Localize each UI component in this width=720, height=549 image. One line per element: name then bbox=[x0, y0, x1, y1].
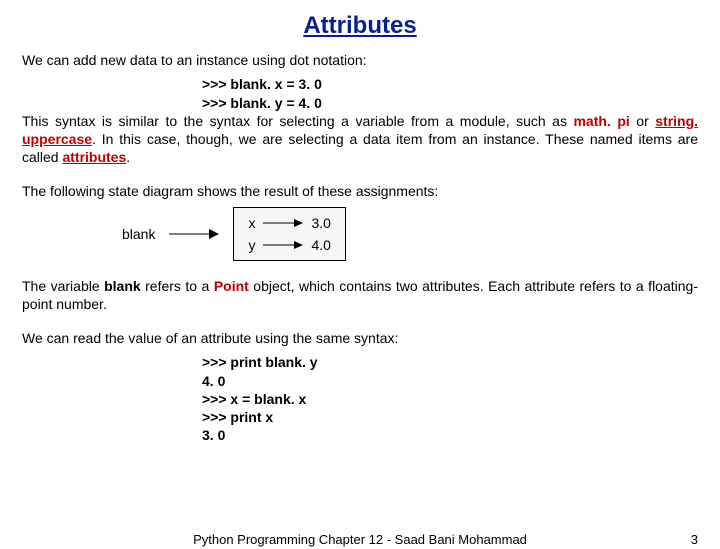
code-line: 4. 0 bbox=[202, 372, 698, 390]
attribute-row: y 4.0 bbox=[248, 236, 330, 254]
body-paragraph: The variable blank refers to a Point obj… bbox=[22, 277, 698, 313]
inline-var: blank bbox=[104, 278, 141, 294]
text-run: The variable bbox=[22, 278, 104, 294]
arrow-right-icon bbox=[169, 226, 219, 242]
code-line: >>> print x bbox=[202, 408, 698, 426]
text-run: . bbox=[126, 149, 130, 165]
inline-type: Point bbox=[214, 278, 249, 294]
text-run: This syntax is similar to the syntax for… bbox=[22, 113, 573, 129]
attr-value: 4.0 bbox=[311, 236, 330, 254]
page-title: Attributes bbox=[22, 10, 698, 41]
attr-name: y bbox=[248, 236, 255, 254]
code-line: 3. 0 bbox=[202, 426, 698, 444]
intro-line: We can add new data to an instance using… bbox=[22, 51, 698, 69]
object-box: x 3.0 y 4.0 bbox=[233, 207, 345, 261]
text-run: or bbox=[630, 113, 655, 129]
attr-name: x bbox=[248, 214, 255, 232]
attr-value: 3.0 bbox=[311, 214, 330, 232]
code-line: >>> blank. y = 4. 0 bbox=[202, 94, 698, 112]
diagram-var-label: blank bbox=[122, 225, 155, 243]
text-run: refers to a bbox=[141, 278, 214, 294]
code-line: >>> blank. x = 3. 0 bbox=[202, 75, 698, 93]
body-paragraph: We can read the value of an attribute us… bbox=[22, 329, 698, 347]
attribute-row: x 3.0 bbox=[248, 214, 330, 232]
arrow-right-icon bbox=[263, 239, 303, 251]
arrow-right-icon bbox=[263, 217, 303, 229]
code-line: >>> print blank. y bbox=[202, 353, 698, 371]
diagram-caption: The following state diagram shows the re… bbox=[22, 182, 698, 200]
keyword-attributes: attributes bbox=[62, 149, 126, 165]
code-line: >>> x = blank. x bbox=[202, 390, 698, 408]
page-number: 3 bbox=[691, 532, 698, 549]
body-paragraph: This syntax is similar to the syntax for… bbox=[22, 112, 698, 167]
footer-text: Python Programming Chapter 12 - Saad Ban… bbox=[193, 532, 527, 549]
inline-code: math. pi bbox=[573, 113, 629, 129]
state-diagram: blank x 3.0 y 4.0 bbox=[122, 207, 698, 261]
